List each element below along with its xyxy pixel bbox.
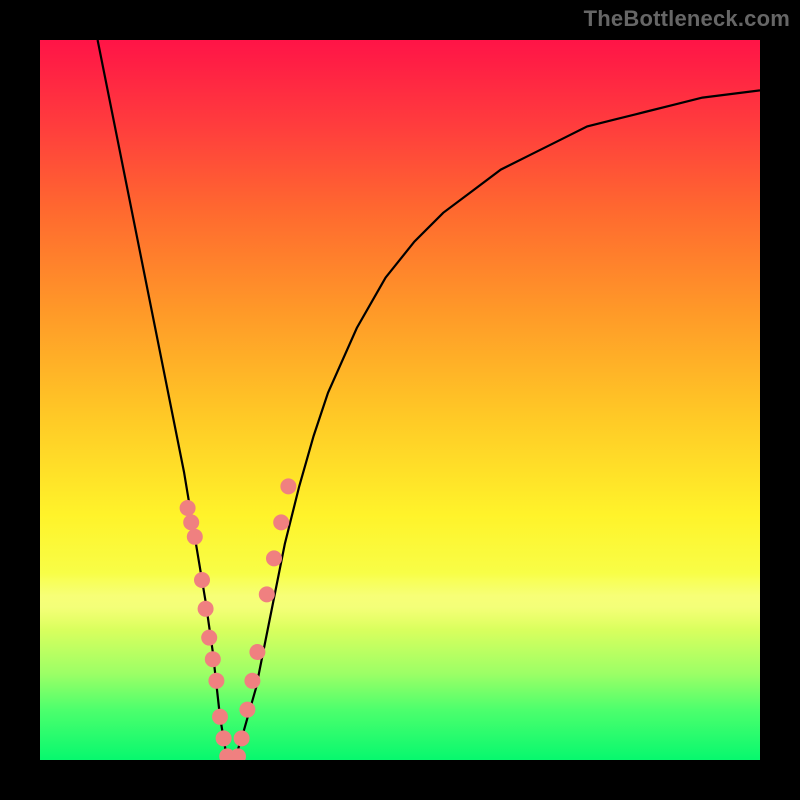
data-marker (187, 529, 203, 545)
data-marker (244, 673, 260, 689)
data-marker (212, 709, 228, 725)
bottleneck-curve (98, 40, 760, 760)
data-marker (273, 514, 289, 530)
data-marker (198, 601, 214, 617)
chart-stage: TheBottleneck.com (0, 0, 800, 800)
data-marker (259, 586, 275, 602)
data-marker (208, 673, 224, 689)
data-marker (266, 550, 282, 566)
data-marker (280, 478, 296, 494)
data-marker (205, 651, 221, 667)
data-marker (180, 500, 196, 516)
data-marker (230, 748, 246, 760)
data-markers (180, 478, 297, 760)
chart-svg (40, 40, 760, 760)
data-marker (194, 572, 210, 588)
watermark-text: TheBottleneck.com (584, 6, 790, 32)
data-marker (239, 702, 255, 718)
data-marker (201, 630, 217, 646)
data-marker (249, 644, 265, 660)
data-marker (234, 730, 250, 746)
data-marker (216, 730, 232, 746)
plot-area (40, 40, 760, 760)
data-marker (183, 514, 199, 530)
